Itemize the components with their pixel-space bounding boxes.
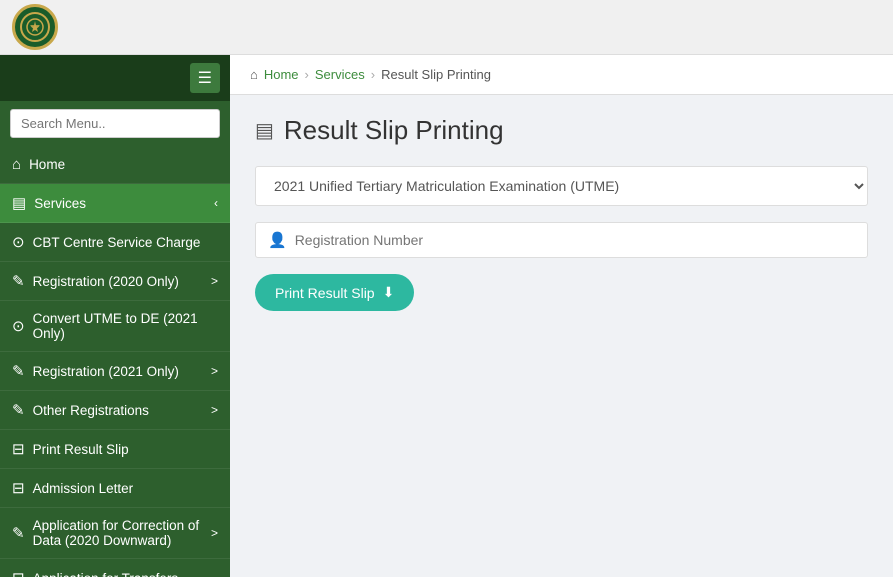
sidebar-item-convert[interactable]: ⊙ Convert UTME to DE (2021 Only)	[0, 301, 230, 352]
correction-icon: ✎	[12, 524, 25, 542]
chevron-correction-icon: >	[211, 526, 218, 540]
cbt-icon: ⊙	[12, 233, 25, 251]
exam-dropdown[interactable]: 2021 Unified Tertiary Matriculation Exam…	[255, 166, 868, 206]
page-title: Result Slip Printing	[284, 115, 504, 146]
hamburger-icon: ☰	[198, 70, 212, 87]
sidebar-item-transfers-label: Application for Transfers	[33, 571, 218, 577]
sidebar-item-services-label: Services	[34, 196, 214, 211]
sidebar-item-reg2020-label: Registration (2020 Only)	[33, 274, 211, 289]
chevron-reg2021-icon: >	[211, 364, 218, 378]
breadcrumb: ⌂ Home › Services › Result Slip Printing	[230, 55, 893, 95]
reg2020-icon: ✎	[12, 272, 25, 290]
breadcrumb-sep1: ›	[305, 67, 309, 82]
logo-container: ★	[10, 2, 60, 52]
sidebar-header: ☰	[0, 55, 230, 101]
services-icon: ▤	[12, 194, 26, 212]
sidebar-item-services[interactable]: ▤ Services ‹	[0, 184, 230, 223]
top-bar: ★	[0, 0, 893, 55]
sidebar-item-admission-label: Admission Letter	[33, 481, 218, 496]
sidebar-item-home[interactable]: ⌂ Home	[0, 146, 230, 184]
content-area: ⌂ Home › Services › Result Slip Printing…	[230, 55, 893, 577]
search-container	[0, 101, 230, 146]
sidebar-item-other-reg-label: Other Registrations	[33, 403, 211, 418]
logo-icon: ★	[12, 4, 58, 50]
sidebar-item-convert-label: Convert UTME to DE (2021 Only)	[33, 311, 218, 341]
sidebar-item-home-label: Home	[29, 157, 218, 172]
sidebar-item-reg2021[interactable]: ✎ Registration (2021 Only) >	[0, 352, 230, 391]
sidebar-item-correction-label: Application for Correction of Data (2020…	[33, 518, 211, 548]
breadcrumb-home-link[interactable]: Home	[264, 67, 299, 82]
sidebar-item-cbt[interactable]: ⊙ CBT Centre Service Charge	[0, 223, 230, 262]
hamburger-button[interactable]: ☰	[190, 63, 220, 93]
page-title-row: ▤ Result Slip Printing	[255, 115, 868, 146]
sidebar-item-cbt-label: CBT Centre Service Charge	[33, 235, 218, 250]
breadcrumb-current: Result Slip Printing	[381, 67, 491, 82]
chevron-icon: ‹	[214, 196, 218, 210]
breadcrumb-services-link[interactable]: Services	[315, 67, 365, 82]
sidebar-item-reg2020[interactable]: ✎ Registration (2020 Only) >	[0, 262, 230, 301]
sidebar-item-correction[interactable]: ✎ Application for Correction of Data (20…	[0, 508, 230, 559]
print-button-label: Print Result Slip	[275, 285, 375, 301]
user-icon: 👤	[268, 231, 287, 249]
reg2021-icon: ✎	[12, 362, 25, 380]
registration-input[interactable]	[295, 232, 855, 248]
other-reg-icon: ✎	[12, 401, 25, 419]
print-result-icon: ⊟	[12, 440, 25, 458]
transfers-icon: ⊟	[12, 569, 25, 577]
sidebar-item-transfers[interactable]: ⊟ Application for Transfers	[0, 559, 230, 577]
content-body: ▤ Result Slip Printing 2021 Unified Tert…	[230, 95, 893, 331]
print-result-button[interactable]: Print Result Slip ⬇	[255, 274, 414, 311]
admission-icon: ⊟	[12, 479, 25, 497]
main-layout: ☰ ⌂ Home ▤ Services ‹ ⊙ CBT Centre Servi…	[0, 55, 893, 577]
convert-icon: ⊙	[12, 317, 25, 335]
home-icon: ⌂	[12, 156, 21, 173]
download-icon: ⬇	[383, 284, 395, 301]
sidebar-item-reg2021-label: Registration (2021 Only)	[33, 364, 211, 379]
chevron-other-reg-icon: >	[211, 403, 218, 417]
page-title-icon: ▤	[255, 118, 274, 143]
sidebar: ☰ ⌂ Home ▤ Services ‹ ⊙ CBT Centre Servi…	[0, 55, 230, 577]
svg-text:★: ★	[31, 23, 40, 34]
search-input[interactable]	[10, 109, 220, 138]
sidebar-item-print-result[interactable]: ⊟ Print Result Slip	[0, 430, 230, 469]
chevron-reg2020-icon: >	[211, 274, 218, 288]
sidebar-item-admission[interactable]: ⊟ Admission Letter	[0, 469, 230, 508]
breadcrumb-sep2: ›	[371, 67, 375, 82]
sidebar-item-other-reg[interactable]: ✎ Other Registrations >	[0, 391, 230, 430]
reg-input-row: 👤	[255, 222, 868, 258]
breadcrumb-home-icon: ⌂	[250, 67, 258, 82]
sidebar-item-print-result-label: Print Result Slip	[33, 442, 218, 457]
